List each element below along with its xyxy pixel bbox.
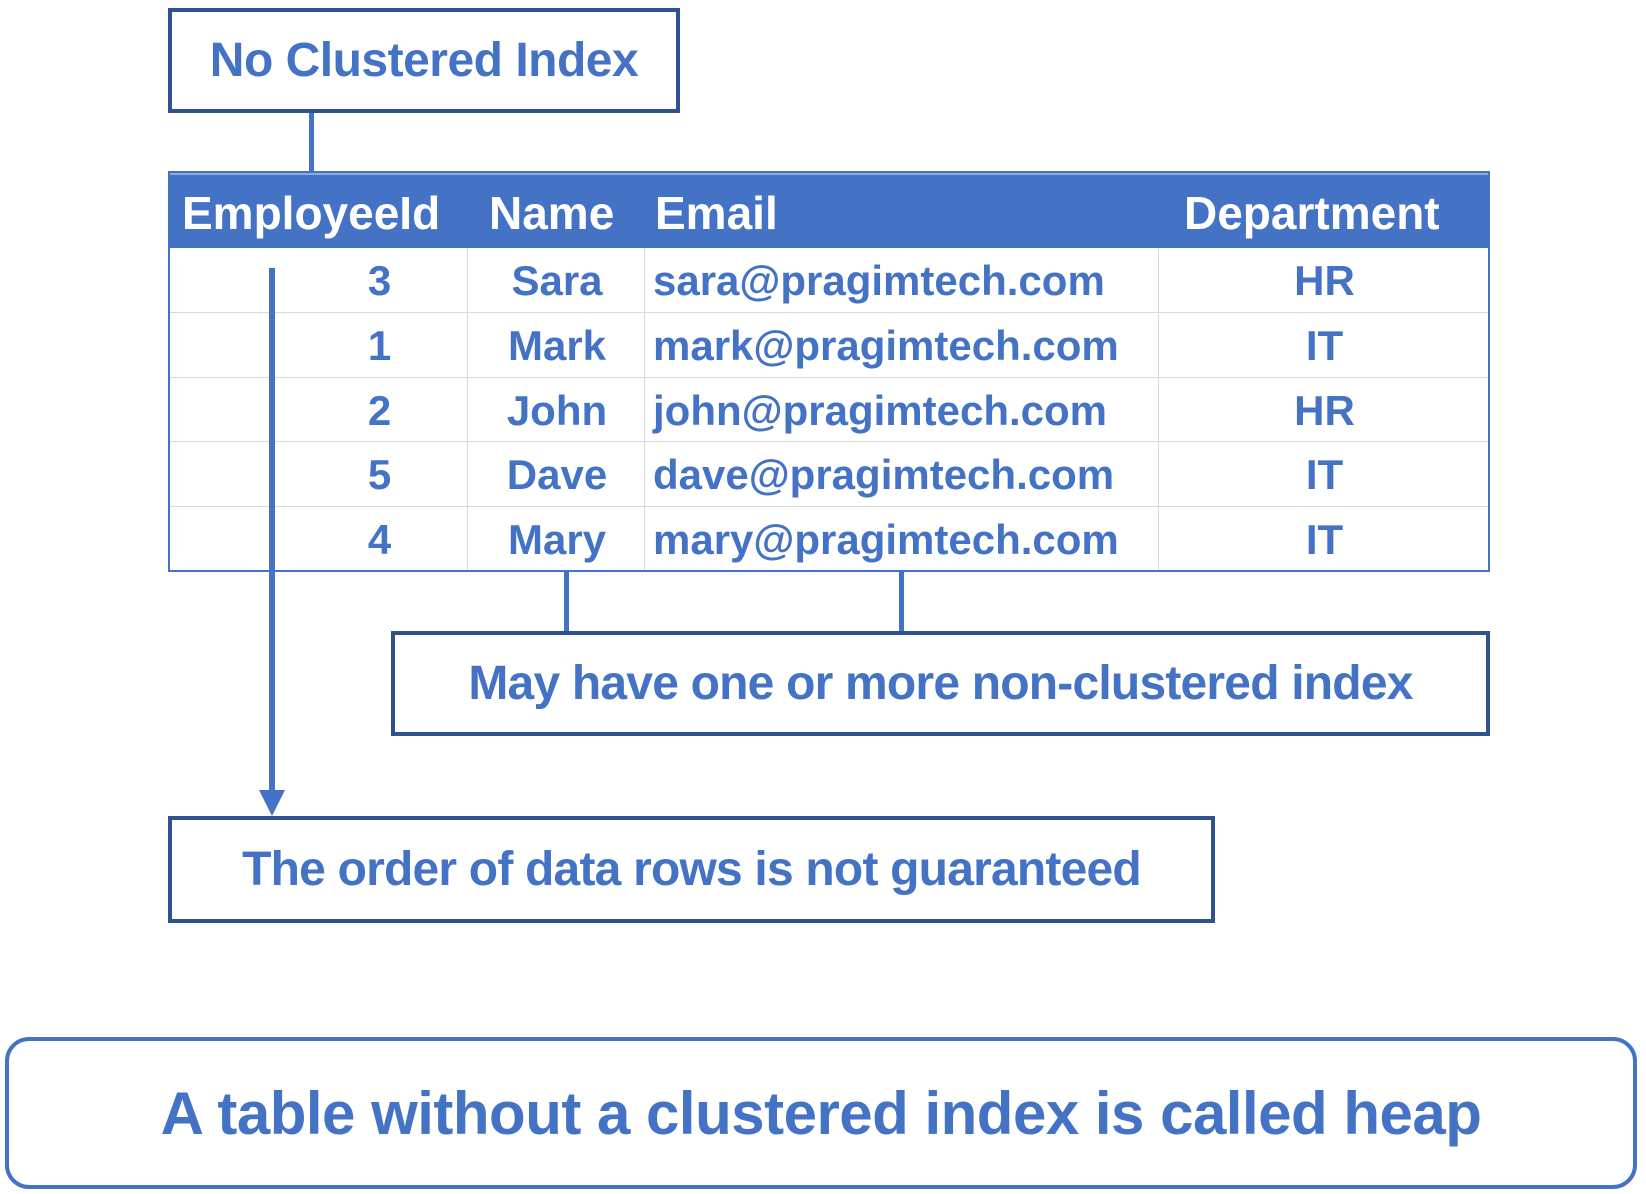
cell-employeeid: 4 [367,516,392,563]
row-order-text: The order of data rows is not guaranteed [242,843,1142,896]
cell-employeeid: 1 [367,322,392,369]
no-clustered-index-label: No Clustered Index [168,8,680,113]
cell-department: HR [1294,387,1355,434]
cell-email: mark@pragimtech.com [653,322,1119,369]
header-department: Department [1184,187,1440,239]
cell-department: IT [1305,451,1344,498]
table-row: 4 Mary mary@pragimtech.com IT [170,506,1488,571]
employee-table: EmployeeId Name Email Department 3 Sara … [168,171,1490,572]
non-clustered-index-text: May have one or more non-clustered index [468,657,1413,710]
cell-employeeid: 5 [367,451,392,498]
cell-department: IT [1305,516,1344,563]
header-name: Name [489,187,615,239]
cell-name: Sara [511,257,603,304]
cell-email: dave@pragimtech.com [653,451,1115,498]
table-header: EmployeeId Name Email Department [170,173,1488,248]
no-clustered-index-text: No Clustered Index [209,34,639,87]
non-clustered-index-label: May have one or more non-clustered index [391,631,1490,736]
header-email: Email [655,187,778,239]
cell-email: sara@pragimtech.com [653,257,1105,304]
header-employeeid: EmployeeId [182,187,441,239]
cell-name: Mary [507,516,607,563]
connector-name [564,572,569,631]
connector-top [309,113,314,171]
cell-name: Dave [506,451,608,498]
arrow-down-icon [259,790,285,816]
connector-email [899,572,904,631]
heap-definition-box: A table without a clustered index is cal… [5,1037,1637,1189]
table-row: 3 Sara sara@pragimtech.com HR [170,248,1488,312]
cell-email: john@pragimtech.com [653,387,1108,434]
cell-employeeid: 3 [367,257,392,304]
table-row: 2 John john@pragimtech.com HR [170,377,1488,442]
cell-department: IT [1305,322,1344,369]
arrow-shaft [269,268,275,798]
cell-department: HR [1294,257,1355,304]
heap-definition-text: A table without a clustered index is cal… [160,1079,1482,1147]
row-order-label: The order of data rows is not guaranteed [168,816,1215,923]
table-row: 1 Mark mark@pragimtech.com IT [170,312,1488,377]
cell-name: Mark [507,322,607,369]
table-row: 5 Dave dave@pragimtech.com IT [170,441,1488,506]
cell-employeeid: 2 [367,387,392,434]
cell-name: John [506,387,608,434]
cell-email: mary@pragimtech.com [653,516,1119,563]
